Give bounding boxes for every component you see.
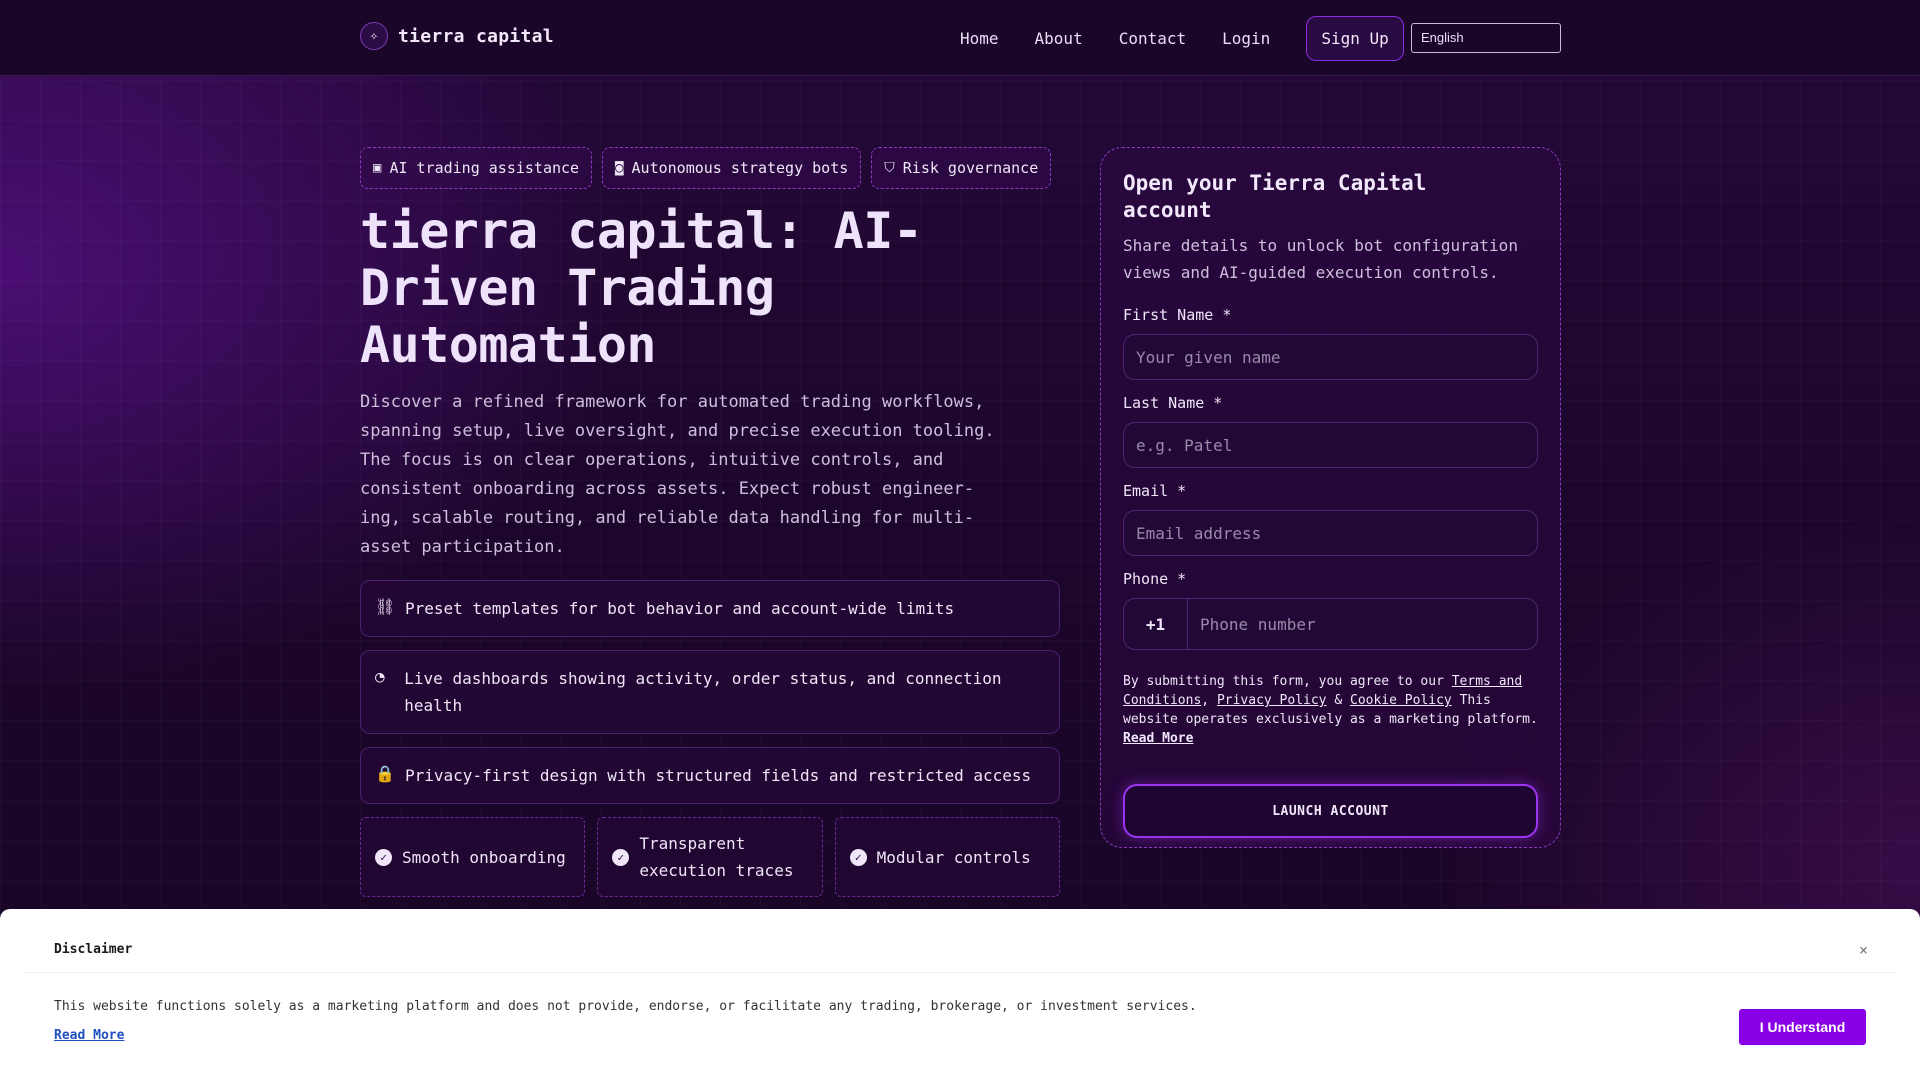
check-circle-icon: ✓ bbox=[849, 848, 867, 866]
benefit-checks: ✓ Smooth onboarding ✓ Transparent execut… bbox=[360, 817, 1060, 897]
check-text: Transparent execution traces bbox=[639, 834, 794, 880]
feature-text: Preset templates for bot behavior and ac… bbox=[405, 599, 955, 618]
pill-label: AI trading assistance bbox=[389, 159, 580, 177]
page-title: tierra capital: AI-Driven Trading Automa… bbox=[360, 202, 923, 374]
main-nav: Home About Contact Login Sign Up bbox=[960, 14, 1404, 62]
check-item: ✓ Smooth onboarding bbox=[360, 817, 586, 897]
nav-login-link[interactable]: Login bbox=[1222, 29, 1270, 48]
nav-about-link[interactable]: About bbox=[1035, 29, 1083, 48]
nodes-icon: ⛓ bbox=[375, 597, 396, 616]
legal-notice: By submitting this form, you agree to ou… bbox=[1123, 672, 1538, 748]
pill-label: Risk governance bbox=[902, 159, 1039, 177]
launch-account-button[interactable]: LAUNCH ACCOUNT bbox=[1123, 784, 1538, 838]
disclaimer-read-more-link[interactable]: Read More bbox=[54, 1028, 124, 1043]
nav-contact-link[interactable]: Contact bbox=[1119, 29, 1186, 48]
check-item: ✓ Modular controls bbox=[834, 817, 1060, 897]
disclaimer-title: Disclaimer bbox=[54, 942, 133, 957]
legal-comma: , bbox=[1201, 693, 1217, 708]
form-title: Open your Tierra Capital account bbox=[1123, 171, 1427, 222]
feature-item: ◔ Live dashboards showing activity, orde… bbox=[360, 650, 1060, 734]
first-name-label: First Name * bbox=[1123, 306, 1232, 324]
feature-text: Live dashboards showing activity, order … bbox=[404, 669, 1002, 715]
language-select[interactable]: English bbox=[1411, 23, 1561, 53]
disclaimer-banner: Disclaimer × This website functions sole… bbox=[0, 909, 1920, 1080]
pill-strategy-bots: ◙ Autonomous strategy bots bbox=[602, 147, 862, 189]
check-text: Smooth onboarding bbox=[402, 847, 566, 867]
feature-text: Privacy-first design with structured fie… bbox=[405, 766, 1032, 785]
feature-list: ⛓ Preset templates for bot behavior and … bbox=[360, 580, 1060, 804]
close-icon[interactable]: × bbox=[1859, 941, 1868, 959]
lock-icon: 🔒 bbox=[375, 764, 395, 783]
nav-home-link[interactable]: Home bbox=[960, 29, 999, 48]
divider bbox=[25, 972, 1895, 973]
pill-ai-trading: ▣ AI trading assistance bbox=[360, 147, 593, 189]
pill-label: Autonomous strategy bots bbox=[631, 159, 849, 177]
legal-amp: & bbox=[1326, 693, 1350, 708]
signup-form-card: Open your Tierra Capital account Share d… bbox=[1100, 147, 1561, 848]
pill-risk-governance: ⛉ Risk governance bbox=[871, 147, 1052, 189]
disclaimer-text: This website functions solely as a marke… bbox=[54, 999, 1197, 1014]
email-field[interactable]: Email address bbox=[1123, 510, 1538, 556]
last-name-label: Last Name * bbox=[1123, 394, 1223, 412]
hero-section: ▣ AI trading assistance ◙ Autonomous str… bbox=[360, 147, 1060, 897]
robot-icon: ◙ bbox=[615, 160, 624, 176]
chip-icon: ▣ bbox=[373, 160, 382, 176]
form-subtitle: Share details to unlock bot configuratio… bbox=[1123, 236, 1518, 282]
brand[interactable]: ✧ tierra capital bbox=[360, 22, 554, 50]
feature-item: 🔒 Privacy-first design with structured f… bbox=[360, 747, 1060, 804]
email-label: Email * bbox=[1123, 482, 1187, 500]
last-name-field[interactable]: e.g. Patel bbox=[1123, 422, 1538, 468]
legal-prefix: By submitting this form, you agree to ou… bbox=[1123, 674, 1452, 689]
first-name-field[interactable]: Your given name bbox=[1123, 334, 1538, 380]
phone-label: Phone * bbox=[1123, 570, 1187, 588]
read-more-link[interactable]: Read More bbox=[1123, 731, 1193, 746]
cookie-link[interactable]: Cookie Policy bbox=[1350, 693, 1452, 708]
check-circle-icon: ✓ bbox=[375, 848, 392, 866]
phone-field[interactable]: Phone number bbox=[1188, 615, 1316, 634]
shield-icon: ⛉ bbox=[884, 160, 895, 176]
check-text: Modular controls bbox=[876, 847, 1031, 867]
gauge-icon: ◔ bbox=[375, 667, 385, 686]
understand-button[interactable]: I Understand bbox=[1739, 1009, 1866, 1045]
privacy-link[interactable]: Privacy Policy bbox=[1217, 693, 1327, 708]
feature-pills: ▣ AI trading assistance ◙ Autonomous str… bbox=[360, 147, 1060, 189]
brand-name: tierra capital bbox=[398, 25, 554, 47]
intro-paragraph: Discover a refined framework for automat… bbox=[360, 392, 995, 557]
phone-group: +1 Phone number bbox=[1123, 598, 1538, 650]
check-circle-icon: ✓ bbox=[612, 848, 630, 866]
signup-button[interactable]: Sign Up bbox=[1306, 15, 1404, 61]
feature-item: ⛓ Preset templates for bot behavior and … bbox=[360, 580, 1060, 637]
top-header: ✧ tierra capital Home About Contact Logi… bbox=[0, 0, 1920, 76]
brand-logo-icon: ✧ bbox=[360, 22, 388, 50]
check-item: ✓ Transparent execution traces bbox=[597, 817, 823, 897]
country-code-select[interactable]: +1 bbox=[1124, 599, 1188, 649]
